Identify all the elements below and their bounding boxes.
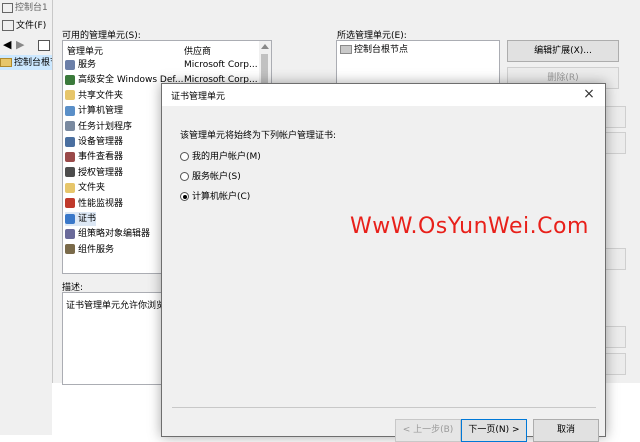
snapin-item-label: 组件服务 (78, 244, 115, 255)
edit-extensions-button[interactable]: 编辑扩展(X)... (507, 40, 619, 62)
radio-computer-account[interactable]: 计算机帐户(C) (180, 190, 250, 204)
snapin-item-label: 计算机管理 (78, 106, 124, 117)
snapin-item-label: 文件夹 (78, 183, 106, 194)
snapin-item[interactable]: 授权管理器 (65, 166, 123, 180)
radio-label-service: 服务帐户(S) (192, 172, 241, 182)
event-viewer-icon (65, 151, 75, 162)
certificates-snapin-dialog: 证书管理单元 × 该管理单元将始终为下列帐户管理证书: 我的用户帐户(M) 服务… (161, 83, 606, 442)
shared-folder-icon (65, 90, 75, 101)
snapin-item[interactable]: 性能监视器 (65, 197, 123, 211)
show-hide-tree-icon[interactable] (38, 40, 50, 51)
services-icon (65, 59, 75, 70)
radio-label-user: 我的用户帐户(M) (192, 152, 261, 162)
snapin-item[interactable]: 计算机管理 (65, 104, 123, 118)
radio-button-icon[interactable] (180, 152, 189, 161)
selected-root-item[interactable]: 控制台根节点 (340, 44, 408, 56)
close-icon[interactable]: × (581, 86, 597, 102)
snapin-item-label: 授权管理器 (78, 167, 124, 178)
scroll-up-icon[interactable] (261, 44, 269, 49)
dialog-title-bar: 证书管理单元 × (162, 84, 605, 106)
snapin-item-label: 事件查看器 (78, 152, 124, 163)
snapin-item-vendor: Microsoft Corp... (184, 60, 258, 70)
device-manager-icon (65, 136, 75, 147)
snapin-item[interactable]: 任务计划程序 (65, 120, 132, 134)
menu-file[interactable]: 文件(F) (16, 21, 46, 31)
snapin-item-label: 服务 (78, 60, 97, 70)
snapin-item-label: 证书 (78, 214, 97, 224)
snapin-item-label: 任务计划程序 (78, 121, 133, 132)
snapin-item[interactable]: 事件查看器 (65, 150, 123, 164)
description-text: 证书管理单元允许你浏览 (66, 301, 166, 311)
firewall-icon (65, 74, 75, 85)
add-button[interactable] (604, 248, 626, 270)
divider (172, 407, 596, 408)
selected-root-label: 控制台根节点 (354, 45, 409, 55)
column-header-name[interactable]: 管理单元 (67, 44, 103, 57)
snapin-item-label: 组策略对象编辑器 (78, 229, 151, 240)
snapin-item[interactable]: 共享文件夹 (65, 89, 123, 103)
ok-button[interactable] (604, 353, 626, 375)
advanced-button[interactable] (604, 326, 626, 348)
menu-icon (2, 20, 14, 31)
mmc-menu-bar: 文件(F) (0, 18, 52, 33)
snapin-item-label: 共享文件夹 (78, 90, 124, 101)
radio-service-account[interactable]: 服务帐户(S) (180, 170, 241, 184)
radio-button-icon[interactable] (180, 172, 189, 181)
console-root-icon (340, 45, 352, 54)
certificate-icon (65, 213, 75, 224)
back-arrow-icon[interactable]: ◀ (3, 38, 11, 51)
mmc-app-icon (2, 3, 13, 13)
snapin-item[interactable]: 文件夹 (65, 181, 105, 195)
mmc-toolbar: ◀ ▶ (0, 36, 52, 53)
snapin-item[interactable]: 证书 (65, 212, 97, 226)
folder-icon (0, 58, 12, 67)
computer-management-icon (65, 105, 75, 116)
tree-root-label: 控制台根节 (14, 58, 52, 68)
snapin-item[interactable]: 组件服务 (65, 243, 114, 257)
radio-button-selected-icon[interactable] (180, 192, 189, 201)
mmc-title-bar: 控制台1 (0, 0, 52, 14)
cancel-button[interactable]: 取消 (533, 419, 599, 442)
performance-icon (65, 198, 75, 209)
snapin-item-label: 设备管理器 (78, 137, 124, 147)
folder-icon (65, 182, 75, 193)
watermark-text: WwW.OsYunWei.Com (350, 214, 589, 239)
account-prompt: 该管理单元将始终为下列帐户管理证书: (180, 131, 337, 141)
move-up-button[interactable] (604, 106, 626, 128)
back-button[interactable]: < 上一步(B) (395, 419, 461, 442)
next-button[interactable]: 下一页(N) > (461, 419, 527, 442)
task-scheduler-icon (65, 121, 75, 132)
radio-label-computer: 计算机帐户(C) (192, 192, 251, 202)
forward-arrow-icon[interactable]: ▶ (16, 38, 24, 51)
tree-item-console-root[interactable]: 控制台根节 (0, 55, 52, 70)
snapin-item-label: 性能监视器 (78, 198, 124, 209)
group-policy-icon (65, 228, 75, 239)
radio-my-user-account[interactable]: 我的用户帐户(M) (180, 150, 261, 164)
move-down-button[interactable] (604, 132, 626, 154)
mmc-title: 控制台1 (15, 3, 48, 13)
snapin-item[interactable]: 设备管理器 (65, 135, 123, 149)
dialog-top-clipped-text (60, 0, 620, 10)
snapin-item[interactable]: 组策略对象编辑器 (65, 227, 150, 241)
column-header-vendor[interactable]: 供应商 (184, 44, 211, 57)
dialog-title: 证书管理单元 (171, 92, 226, 102)
snapin-item[interactable]: 服务 Microsoft Corp... (65, 58, 258, 72)
component-services-icon (65, 244, 75, 255)
authorization-icon (65, 167, 75, 178)
